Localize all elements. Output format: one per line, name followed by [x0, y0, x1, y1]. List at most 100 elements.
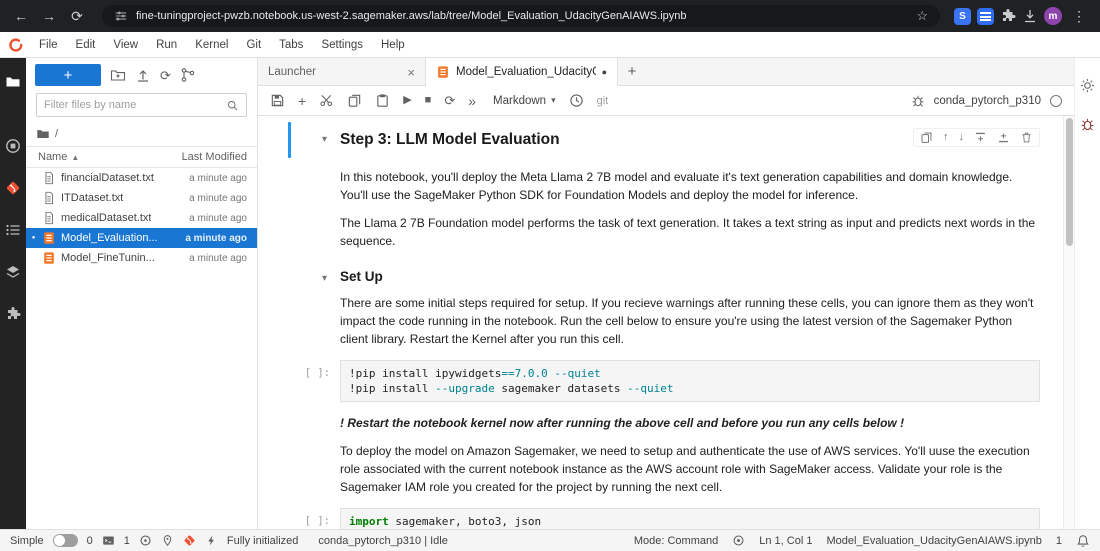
notification-bell-icon[interactable] — [1076, 534, 1090, 548]
extensions-puzzle-icon[interactable] — [1000, 8, 1016, 24]
kernel-sessions-icon[interactable] — [139, 534, 152, 547]
menu-git[interactable]: Git — [237, 39, 270, 51]
kernel-name[interactable]: conda_pytorch_p310 — [934, 95, 1041, 107]
back-icon[interactable]: ← — [10, 0, 32, 32]
move-cell-up-icon[interactable]: ↑ — [943, 132, 949, 143]
accessibility-target-icon[interactable] — [732, 534, 745, 547]
menu-edit[interactable]: Edit — [67, 39, 105, 51]
markdown-cell-setup[interactable]: ▾ Set Up — [322, 266, 1040, 286]
new-launcher-button[interactable]: + — [35, 64, 101, 86]
upload-icon[interactable] — [135, 67, 151, 83]
vertical-scrollbar[interactable] — [1063, 116, 1074, 529]
insert-cell-above-icon[interactable] — [974, 131, 987, 144]
profile-avatar[interactable]: m — [1044, 7, 1062, 25]
heading-collapser-icon[interactable]: ▾ — [322, 274, 327, 284]
breadcrumb-root[interactable]: / — [55, 128, 58, 140]
markdown-note[interactable]: ! Restart the notebook kernel now after … — [340, 416, 1040, 430]
notebook-file-icon — [42, 231, 56, 245]
table-of-contents-icon[interactable] — [5, 222, 21, 238]
scrollbar-thumb[interactable] — [1066, 118, 1073, 246]
location-pin-icon[interactable] — [161, 534, 174, 547]
heading-collapser-icon[interactable]: ▾ — [322, 135, 327, 145]
file-row-model-finetuning[interactable]: Model_FineTunin... a minute ago — [26, 248, 257, 268]
tab-launcher[interactable]: Launcher × — [258, 58, 426, 86]
delete-cell-icon[interactable] — [1020, 131, 1033, 144]
cell-type-dropdown[interactable]: Markdown ▾ — [493, 95, 556, 107]
close-icon[interactable]: × — [407, 65, 415, 80]
forward-icon[interactable]: → — [38, 0, 60, 32]
code-editor[interactable]: !pip install ipywidgets==7.0.0 --quiet !… — [340, 360, 1040, 402]
debugger-sidebar-icon[interactable] — [1080, 117, 1095, 132]
extension-notes-icon[interactable] — [977, 7, 994, 25]
history-clock-icon[interactable] — [569, 93, 584, 108]
new-folder-icon[interactable] — [110, 67, 126, 83]
download-icon[interactable] — [1022, 8, 1038, 24]
browser-menu-icon[interactable]: ⋮ — [1068, 0, 1090, 32]
filter-files-input[interactable] — [44, 99, 222, 111]
reload-icon[interactable]: ⟳ — [66, 0, 88, 32]
git-sidebar-icon[interactable] — [5, 180, 21, 196]
file-row-model-evaluation[interactable]: ● Model_Evaluation... a minute ago — [26, 228, 257, 248]
file-browser-panel: + ⟳ / Name ▲ Last Modified — [26, 58, 258, 529]
site-info-icon[interactable] — [114, 9, 128, 23]
terminal-icon[interactable] — [102, 534, 115, 547]
paste-icon[interactable] — [375, 93, 390, 108]
menu-help[interactable]: Help — [372, 39, 414, 51]
duplicate-cell-icon[interactable] — [920, 131, 933, 144]
markdown-paragraph[interactable]: There are some initial steps required fo… — [340, 294, 1040, 348]
browser-toolbar: ← → ⟳ fine-tuningproject-pwzb.notebook.u… — [0, 0, 1100, 32]
restart-kernel-icon[interactable]: ⟳ — [444, 94, 455, 107]
notification-count: 1 — [1055, 534, 1062, 547]
kernel-status-text[interactable]: conda_pytorch_p310 | Idle — [318, 535, 447, 547]
insert-cell-below-icon[interactable] — [997, 131, 1010, 144]
menu-tabs[interactable]: Tabs — [270, 39, 312, 51]
column-last-modified[interactable]: Last Modified — [182, 151, 247, 163]
notebook-file-icon — [436, 65, 450, 79]
new-tab-button[interactable]: + — [618, 58, 646, 85]
left-activity-bar — [0, 58, 26, 529]
menu-view[interactable]: View — [104, 39, 147, 51]
cut-icon[interactable] — [319, 93, 334, 108]
kernel-status-icon[interactable] — [1050, 94, 1062, 107]
file-row-medical[interactable]: medicalDataset.txt a minute ago — [26, 208, 257, 228]
home-folder-icon[interactable] — [36, 127, 50, 141]
menu-kernel[interactable]: Kernel — [186, 39, 237, 51]
simple-mode-toggle[interactable] — [52, 534, 78, 547]
code-editor[interactable]: import sagemaker, boto3, json — [340, 508, 1040, 529]
file-name: Model_FineTunin... — [61, 252, 155, 264]
move-cell-down-icon[interactable]: ↓ — [959, 132, 965, 143]
insert-cell-icon[interactable]: + — [298, 94, 306, 108]
bookmark-star-icon[interactable]: ☆ — [916, 8, 928, 24]
file-row-it[interactable]: ITDataset.txt a minute ago — [26, 188, 257, 208]
code-cell-pip-install[interactable]: [ ]: !pip install ipywidgets==7.0.0 --qu… — [305, 360, 1040, 402]
command-mode-label[interactable]: Mode: Command — [634, 535, 718, 547]
code-cell-imports[interactable]: [ ]: import sagemaker, boto3, json — [305, 508, 1040, 529]
run-icon[interactable]: ▶ — [403, 95, 411, 106]
running-kernels-icon[interactable] — [5, 138, 21, 154]
property-inspector-gear-icon[interactable] — [1080, 78, 1095, 93]
address-bar[interactable]: fine-tuningproject-pwzb.notebook.us-west… — [102, 5, 940, 27]
cursor-position[interactable]: Ln 1, Col 1 — [759, 535, 812, 547]
markdown-paragraph[interactable]: To deploy the model on Amazon Sagemaker,… — [340, 442, 1040, 496]
git-status-icon[interactable] — [183, 534, 196, 547]
markdown-paragraph[interactable]: The Llama 2 7B Foundation model performs… — [340, 214, 1040, 250]
copy-icon[interactable] — [347, 93, 362, 108]
markdown-cell-step3[interactable]: ▾ Step 3: LLM Model Evaluation ↑ ↓ — [288, 122, 1040, 158]
debugger-bug-icon[interactable] — [911, 94, 925, 108]
git-clone-icon[interactable] — [180, 67, 196, 83]
restart-run-all-icon[interactable]: » — [468, 94, 476, 108]
interrupt-icon[interactable]: ■ — [425, 95, 432, 106]
menu-file[interactable]: File — [30, 39, 67, 51]
menu-run[interactable]: Run — [147, 39, 186, 51]
jumpstart-icon[interactable] — [5, 264, 21, 280]
extension-s-icon[interactable]: S — [954, 7, 971, 25]
refresh-icon[interactable]: ⟳ — [160, 69, 171, 82]
tab-notebook[interactable]: Model_Evaluation_UdacityGe ● — [426, 58, 618, 86]
markdown-paragraph[interactable]: In this notebook, you'll deploy the Meta… — [340, 168, 1040, 204]
column-name[interactable]: Name — [38, 151, 67, 163]
menu-settings[interactable]: Settings — [312, 39, 372, 51]
file-browser-tab-icon[interactable] — [5, 74, 21, 90]
save-icon[interactable] — [270, 93, 285, 108]
file-row-financial[interactable]: financialDataset.txt a minute ago — [26, 168, 257, 188]
extension-manager-icon[interactable] — [5, 306, 21, 322]
